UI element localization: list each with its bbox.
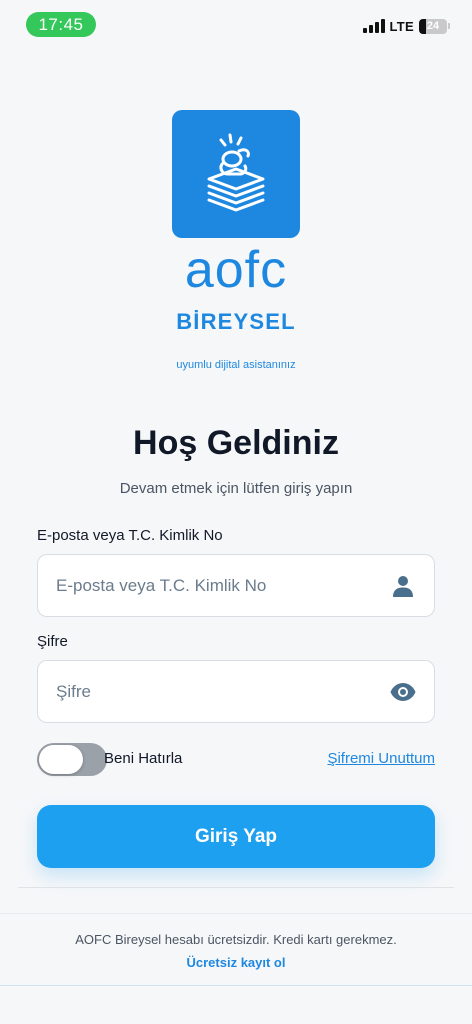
login-button[interactable]: Giriş Yap: [37, 805, 435, 868]
status-bar: 17:45 LTE 24: [0, 0, 472, 48]
stacked-documents-hand-icon: [207, 133, 265, 212]
user-icon: [390, 573, 416, 599]
toggle-knob: [39, 745, 83, 774]
brand-name: aofc: [184, 241, 288, 299]
battery-icon: 24: [419, 18, 447, 34]
brand-subtitle: BİREYSEL: [176, 309, 296, 334]
app-logo: [172, 110, 300, 238]
forgot-password-link[interactable]: Şifremi Unuttum: [327, 750, 435, 767]
divider: [18, 887, 454, 888]
email-field-container[interactable]: [37, 554, 435, 617]
bottom-divider: [0, 985, 472, 986]
footer-note: AOFC Bireysel hesabı ücretsizdir. Kredi …: [75, 932, 397, 947]
email-label: E-posta veya T.C. Kimlik No: [37, 527, 223, 544]
password-field-container[interactable]: [37, 660, 435, 723]
page-subtitle: Devam etmek için lütfen giriş yapın: [119, 480, 353, 497]
remember-label: Beni Hatırla: [104, 750, 183, 767]
signal-icon: [362, 19, 385, 33]
password-label: Şifre: [37, 633, 68, 650]
status-indicators: LTE 24: [362, 16, 450, 36]
divider: [0, 913, 472, 914]
battery-level: 24: [426, 20, 440, 32]
status-time: 17:45: [26, 12, 96, 37]
email-field[interactable]: [56, 575, 390, 596]
brand-tagline: uyumlu dijital asistanınız: [176, 359, 296, 371]
password-field[interactable]: [56, 681, 390, 702]
page-title: Hoş Geldiniz: [133, 424, 339, 462]
remember-toggle[interactable]: [37, 743, 107, 776]
network-type: LTE: [389, 18, 414, 34]
signup-link[interactable]: Ücretsiz kayıt ol: [0, 955, 472, 970]
eye-icon[interactable]: [390, 679, 416, 705]
